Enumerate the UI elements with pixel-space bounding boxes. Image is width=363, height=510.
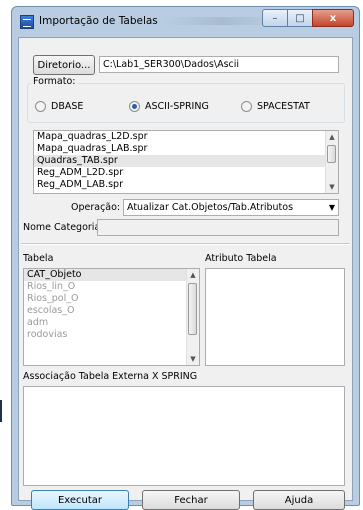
scroll-thumb[interactable] — [188, 283, 197, 335]
scroll-up-icon[interactable]: ▲ — [187, 269, 199, 281]
list-item[interactable]: Reg_ADM_LAB.spr — [34, 179, 338, 191]
file-list[interactable]: Mapa_quadras_L2D.spr Mapa_quadras_LAB.sp… — [33, 130, 339, 194]
list-item[interactable]: Mapa_quadras_LAB.spr — [34, 143, 338, 155]
directory-button[interactable]: Diretorio... — [33, 55, 95, 75]
atributo-list[interactable] — [205, 268, 345, 366]
radio-dbase-label: DBASE — [51, 101, 84, 112]
window-title: Importação de Tabelas — [39, 15, 158, 27]
list-item[interactable]: rodovias — [24, 329, 199, 341]
dialog-window: Importação de Tabelas – □ x Diretorio...… — [11, 6, 360, 510]
close-dialog-button[interactable]: Fechar — [142, 490, 240, 510]
category-field[interactable] — [97, 219, 339, 236]
chevron-down-icon: ▼ — [328, 203, 335, 212]
window-edge-fragment — [0, 400, 2, 422]
scroll-down-icon[interactable]: ▼ — [326, 181, 338, 193]
list-item[interactable]: adm — [24, 317, 199, 329]
scroll-thumb[interactable] — [327, 145, 336, 163]
operation-label: Operação: — [71, 202, 121, 213]
radio-spacestat[interactable]: SPACESTAT — [241, 101, 310, 112]
radio-circle-selected — [129, 101, 140, 112]
radio-dbase[interactable]: DBASE — [35, 101, 83, 112]
table-app-icon — [20, 15, 34, 29]
scroll-up-icon[interactable]: ▲ — [326, 131, 338, 143]
operation-value: Atualizar Cat.Objetos/Tab.Atributos — [127, 202, 294, 213]
radio-ascii-spring[interactable]: ASCII-SPRING — [129, 101, 209, 112]
close-button[interactable]: x — [312, 9, 354, 27]
format-label: Formato: — [31, 76, 78, 87]
title-bar[interactable]: Importação de Tabelas – □ x — [12, 7, 359, 37]
radio-circle — [241, 101, 252, 112]
list-item-selected[interactable]: CAT_Objeto — [24, 269, 199, 281]
associacao-label: Associação Tabela Externa X SPRING — [23, 371, 198, 382]
list-item[interactable]: Rios_pol_O — [24, 293, 199, 305]
dialog-client: Diretorio... C:\Lab1_SER300\Dados\Ascii … — [18, 37, 353, 510]
list-item[interactable]: escolas_O — [24, 305, 199, 317]
directory-path-field[interactable]: C:\Lab1_SER300\Dados\Ascii — [99, 56, 339, 73]
file-list-scrollbar[interactable]: ▲ ▼ — [325, 131, 338, 193]
radio-circle — [35, 101, 46, 112]
execute-button[interactable]: Executar — [31, 490, 129, 510]
tabela-list[interactable]: CAT_Objeto Rios_lin_O Rios_pol_O escolas… — [23, 268, 200, 366]
divider — [21, 243, 350, 245]
operation-dropdown[interactable]: Atualizar Cat.Objetos/Tab.Atributos ▼ — [123, 199, 339, 216]
list-item[interactable]: Reg_ADM_L2D.spr — [34, 167, 338, 179]
list-item[interactable]: Mapa_quadras_L2D.spr — [34, 131, 338, 143]
tabela-label: Tabela — [23, 253, 54, 264]
minimize-button[interactable]: – — [262, 9, 288, 27]
list-item-selected[interactable]: Quadras_TAB.spr — [34, 155, 338, 167]
list-item[interactable]: Rios_lin_O — [24, 281, 199, 293]
category-label: Nome Categoria: — [23, 222, 104, 233]
maximize-button[interactable]: □ — [287, 9, 313, 27]
atributo-label: Atributo Tabela — [205, 253, 277, 264]
tabela-list-scrollbar[interactable]: ▲ ▼ — [186, 269, 199, 365]
associacao-area[interactable] — [23, 386, 345, 486]
radio-spacestat-label: SPACESTAT — [257, 101, 310, 112]
help-button[interactable]: Ajuda — [253, 490, 345, 510]
radio-ascii-spring-label: ASCII-SPRING — [145, 101, 209, 112]
scroll-down-icon[interactable]: ▼ — [187, 353, 199, 365]
